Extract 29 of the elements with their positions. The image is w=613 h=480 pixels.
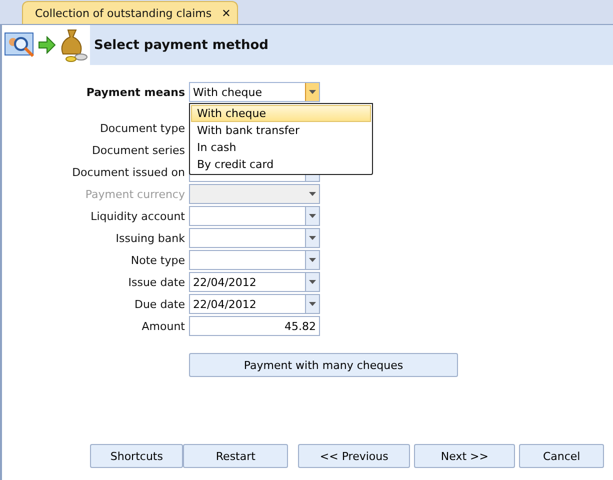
payment-means-field[interactable]: With cheque: [189, 82, 320, 102]
field-label: Document type: [98, 122, 185, 134]
dropdown-field[interactable]: 22/04/2012: [189, 294, 320, 314]
dropdown-option[interactable]: In cash: [191, 139, 371, 156]
amount-field[interactable]: 45.82: [189, 316, 320, 336]
footer-button[interactable]: Next >>: [414, 444, 516, 468]
footer-button[interactable]: << Previous: [298, 444, 410, 468]
many-cheques-button[interactable]: Payment with many cheques: [189, 353, 458, 377]
field-label: Document issued on: [71, 166, 185, 178]
field-label: Due date: [133, 298, 185, 310]
field-label: Payment currency: [84, 188, 185, 200]
document-tab[interactable]: Collection of outstanding claims ✕: [22, 1, 238, 24]
footer-button[interactable]: Restart: [183, 444, 288, 468]
close-icon[interactable]: ✕: [222, 6, 231, 20]
page-title: Select payment method: [94, 38, 268, 52]
dropdown-option[interactable]: With cheque: [191, 105, 371, 122]
field-label: Document series: [90, 144, 185, 156]
field-label: Payment means: [85, 86, 185, 98]
footer-button[interactable]: Shortcuts: [90, 444, 184, 468]
field-label: Liquidity account: [90, 210, 185, 222]
tab-title: Collection of outstanding claims: [35, 6, 212, 20]
field-label: Amount: [140, 320, 185, 332]
field-label: Issuing bank: [114, 232, 185, 244]
footer-button[interactable]: Cancel: [519, 444, 604, 468]
field-label: Issue date: [127, 276, 185, 288]
dropdown-option[interactable]: With bank transfer: [191, 122, 371, 139]
dropdown-option[interactable]: By credit card: [191, 156, 371, 173]
field-label: Note type: [130, 254, 185, 266]
dropdown-field[interactable]: 22/04/2012: [189, 272, 320, 292]
